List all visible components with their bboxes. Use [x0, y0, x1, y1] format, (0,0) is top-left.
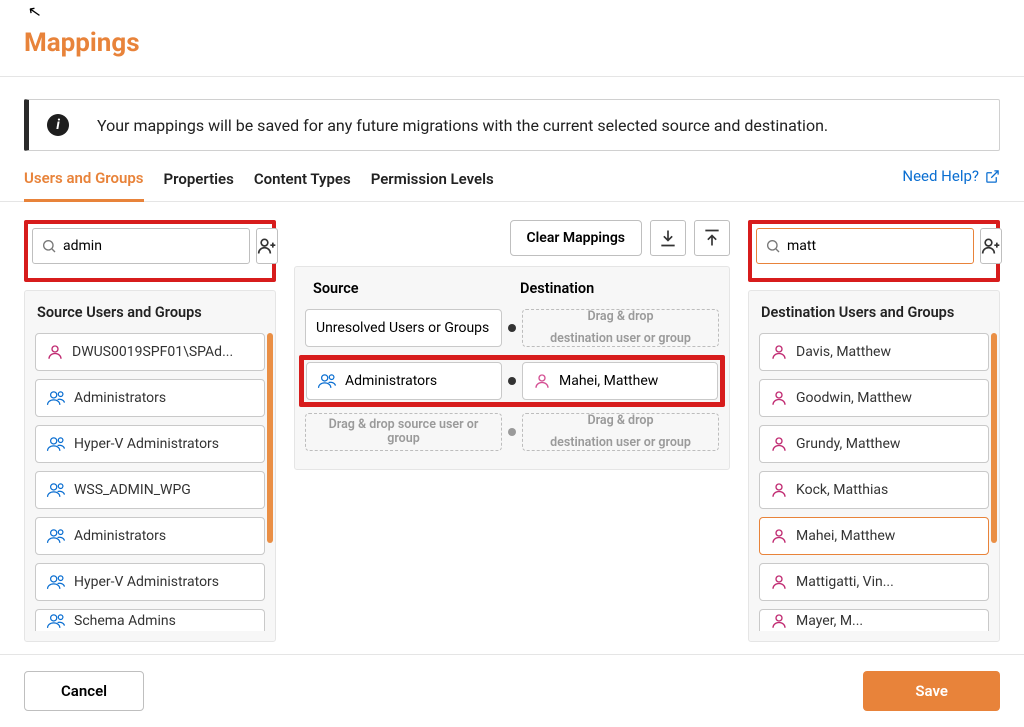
clear-mappings-button[interactable]: Clear Mappings: [510, 220, 643, 256]
mapping-row: Unresolved Users or Groups Drag & drop d…: [305, 309, 719, 347]
user-icon: [770, 573, 788, 591]
list-item[interactable]: Davis, Matthew: [759, 333, 989, 371]
add-user-icon: [257, 236, 277, 256]
mapping-column: Clear Mappings Source Destination Unreso…: [294, 220, 730, 642]
user-icon: [46, 343, 64, 361]
download-mappings-button[interactable]: [650, 220, 686, 256]
mapping-head-dest: Destination: [512, 267, 719, 309]
user-icon: [770, 481, 788, 499]
tab-properties[interactable]: Properties: [164, 170, 234, 200]
mapping-connector: [502, 428, 522, 436]
list-item[interactable]: Kock, Matthias: [759, 471, 989, 509]
mapping-source-dropzone[interactable]: Drag & drop source user or group: [305, 413, 502, 451]
list-item[interactable]: Mattigatti, Vin...: [759, 563, 989, 601]
info-bar: i Your mappings will be saved for any fu…: [24, 99, 1000, 151]
mapping-panel: Source Destination Unresolved Users or G…: [294, 266, 730, 470]
destination-column: Destination Users and Groups Davis, Matt…: [748, 220, 1000, 642]
mapping-dest-dropzone[interactable]: Drag & drop destination user or group: [522, 413, 719, 451]
mapping-source-cell[interactable]: Administrators: [306, 362, 502, 400]
mapping-dest-dropzone[interactable]: Drag & drop destination user or group: [522, 309, 719, 347]
group-icon: [46, 435, 66, 453]
highlight-mapping-row: Administrators Mahei, Matthew: [299, 355, 725, 407]
info-icon: i: [47, 114, 69, 136]
mapping-source-cell[interactable]: Unresolved Users or Groups: [305, 309, 502, 347]
mapping-connector: [502, 324, 522, 332]
footer: Cancel Save: [0, 654, 1024, 727]
user-icon: [770, 389, 788, 407]
need-help-link[interactable]: Need Help?: [902, 167, 1000, 185]
tab-content-types[interactable]: Content Types: [254, 170, 351, 200]
group-icon: [46, 527, 66, 545]
group-icon: [317, 372, 337, 390]
search-icon: [765, 238, 781, 254]
scrollbar[interactable]: [267, 333, 273, 543]
need-help-label: Need Help?: [902, 167, 979, 185]
page-header: Mappings: [0, 0, 1024, 77]
user-icon: [770, 612, 788, 630]
dest-add-user-button[interactable]: [980, 228, 1002, 264]
destination-panel: Destination Users and Groups Davis, Matt…: [748, 290, 1000, 642]
add-user-icon: [981, 236, 1001, 256]
source-search-input[interactable]: [63, 238, 241, 254]
mapping-dest-cell[interactable]: Mahei, Matthew: [522, 362, 718, 400]
user-icon: [533, 372, 551, 390]
external-link-icon: [985, 169, 1000, 184]
list-item[interactable]: Schema Admins: [35, 609, 265, 631]
list-item[interactable]: DWUS0019SPF01\SPAd...: [35, 333, 265, 371]
source-add-user-button[interactable]: [256, 228, 278, 264]
download-icon: [658, 228, 678, 248]
mapping-head-source: Source: [305, 267, 512, 309]
destination-list: Davis, Matthew Goodwin, Matthew Grundy, …: [759, 333, 989, 631]
group-icon: [46, 389, 66, 407]
list-item[interactable]: Grundy, Matthew: [759, 425, 989, 463]
user-icon: [770, 527, 788, 545]
source-column: Source Users and Groups DWUS0019SPF01\SP…: [24, 220, 276, 642]
destination-panel-title: Destination Users and Groups: [759, 291, 989, 333]
highlight-dest-search: [748, 220, 1000, 282]
mapping-toolbar: Clear Mappings: [294, 220, 730, 256]
list-item[interactable]: Administrators: [35, 517, 265, 555]
group-icon: [46, 481, 66, 499]
mapping-row-empty: Drag & drop source user or group Drag & …: [305, 413, 719, 451]
list-item[interactable]: Hyper-V Administrators: [35, 563, 265, 601]
list-item[interactable]: Hyper-V Administrators: [35, 425, 265, 463]
mapping-row: Administrators Mahei, Matthew: [306, 362, 718, 400]
list-item[interactable]: Mayer, M...: [759, 609, 989, 631]
info-message: Your mappings will be saved for any futu…: [97, 116, 828, 135]
source-panel-title: Source Users and Groups: [35, 291, 265, 333]
upload-icon: [702, 228, 722, 248]
list-item[interactable]: Mahei, Matthew: [759, 517, 989, 555]
list-item[interactable]: WSS_ADMIN_WPG: [35, 471, 265, 509]
source-panel: Source Users and Groups DWUS0019SPF01\SP…: [24, 290, 276, 642]
group-icon: [46, 573, 66, 591]
list-item[interactable]: Administrators: [35, 379, 265, 417]
group-icon: [46, 612, 66, 630]
source-list: DWUS0019SPF01\SPAd... Administrators Hyp…: [35, 333, 265, 631]
dest-search-wrapper: [756, 228, 974, 264]
page-title: Mappings: [24, 28, 1000, 58]
save-button[interactable]: Save: [863, 671, 1000, 711]
user-icon: [770, 435, 788, 453]
mapping-header: Source Destination: [305, 267, 719, 309]
mapping-connector: [502, 377, 522, 385]
tab-permission-levels[interactable]: Permission Levels: [371, 170, 494, 200]
source-search-wrapper: [32, 228, 250, 264]
tab-users-and-groups[interactable]: Users and Groups: [24, 169, 144, 202]
cancel-button[interactable]: Cancel: [24, 671, 144, 711]
highlight-source-search: [24, 220, 276, 282]
search-icon: [41, 238, 57, 254]
scrollbar[interactable]: [991, 333, 997, 543]
upload-mappings-button[interactable]: [694, 220, 730, 256]
dest-search-input[interactable]: [787, 238, 965, 254]
user-icon: [770, 343, 788, 361]
tabs: Users and Groups Properties Content Type…: [0, 169, 1024, 202]
list-item[interactable]: Goodwin, Matthew: [759, 379, 989, 417]
